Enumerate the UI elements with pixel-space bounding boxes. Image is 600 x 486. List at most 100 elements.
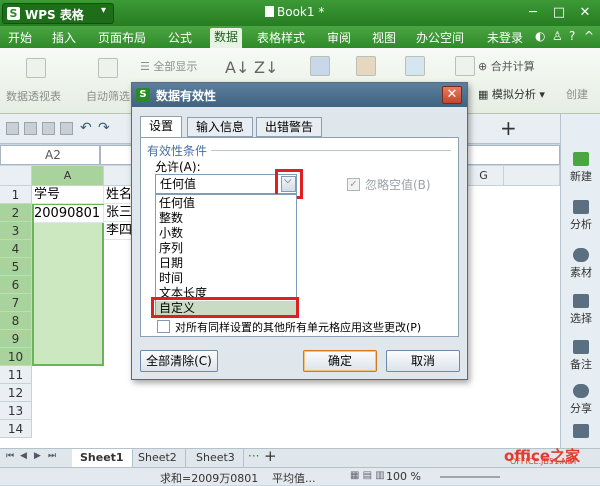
- close-window-button[interactable]: ✕: [572, 3, 598, 23]
- zoom-slider[interactable]: [440, 476, 500, 478]
- option-time[interactable]: 时间: [156, 271, 296, 286]
- settings-icon: [573, 424, 589, 438]
- row-header[interactable]: 14: [0, 420, 32, 438]
- row-header[interactable]: 8: [0, 312, 32, 330]
- first-sheet-icon[interactable]: ⏮: [6, 451, 14, 461]
- row-header[interactable]: 7: [0, 294, 32, 312]
- text-to-columns-icon[interactable]: [405, 56, 425, 76]
- menu-data[interactable]: 数据: [210, 28, 243, 48]
- new-doc-icon[interactable]: [6, 122, 19, 135]
- menu-page-layout[interactable]: 页面布局: [98, 29, 146, 46]
- preview-icon[interactable]: [60, 122, 73, 135]
- row-header[interactable]: 10: [0, 348, 32, 366]
- option-date[interactable]: 日期: [156, 256, 296, 271]
- option-decimal[interactable]: 小数: [156, 226, 296, 241]
- cell-a2[interactable]: 20090801: [34, 205, 104, 223]
- menu-home[interactable]: 开始: [8, 29, 32, 46]
- sheet-tab-2[interactable]: Sheet2: [130, 449, 186, 467]
- minimize-button[interactable]: ─: [520, 3, 546, 23]
- row-header[interactable]: 6: [0, 276, 32, 294]
- create-button[interactable]: 创建: [566, 86, 588, 102]
- panel-analysis[interactable]: 分析: [561, 200, 600, 232]
- row-header[interactable]: 5: [0, 258, 32, 276]
- highlight-duplicates-icon[interactable]: [310, 56, 330, 76]
- menu-insert[interactable]: 插入: [52, 29, 76, 46]
- merge-calc-button[interactable]: ⊕ 合并计算: [478, 58, 535, 74]
- help-icon[interactable]: ?: [569, 29, 575, 43]
- more-sheets-button[interactable]: ···: [248, 449, 259, 463]
- row-header[interactable]: 13: [0, 402, 32, 420]
- cell-a1[interactable]: 学号: [32, 186, 104, 204]
- dialog-title-bar[interactable]: S 数据有效性 ✕: [132, 83, 467, 107]
- panel-select[interactable]: 选择: [561, 294, 600, 326]
- auto-filter-button[interactable]: 自动筛选: [86, 88, 130, 104]
- last-sheet-icon[interactable]: ⏭: [48, 451, 56, 461]
- prev-sheet-icon[interactable]: ◀: [20, 451, 27, 461]
- apply-all-checkbox[interactable]: [157, 320, 170, 333]
- maximize-button[interactable]: □: [546, 3, 572, 23]
- panel-bottom[interactable]: [561, 424, 600, 440]
- selection-range[interactable]: [32, 204, 104, 366]
- new-tab-icon[interactable]: +: [500, 116, 517, 140]
- row-header[interactable]: 4: [0, 240, 32, 258]
- save-icon[interactable]: [24, 122, 37, 135]
- clear-all-button[interactable]: 全部清除(C): [140, 350, 218, 372]
- tab-settings[interactable]: 设置: [140, 116, 183, 138]
- column-header-a[interactable]: A: [32, 166, 104, 186]
- pivot-table-button[interactable]: 数据透视表: [6, 88, 61, 104]
- delete-duplicates-icon[interactable]: [356, 56, 376, 76]
- next-sheet-icon[interactable]: ▶: [34, 451, 41, 461]
- sort-ascending-icon[interactable]: A↓: [225, 58, 249, 77]
- sheet-tab-3[interactable]: Sheet3: [188, 449, 244, 467]
- what-if-analysis-button[interactable]: ▦ 模拟分析 ▾: [478, 86, 545, 102]
- row-header[interactable]: 11: [0, 366, 32, 384]
- row-header[interactable]: 1: [0, 186, 32, 204]
- login-link[interactable]: 未登录: [487, 29, 523, 46]
- ok-button[interactable]: 确定: [303, 350, 377, 372]
- menu-table-style[interactable]: 表格样式: [257, 29, 305, 46]
- panel-new[interactable]: 新建: [561, 152, 600, 184]
- tab-error-alert[interactable]: 出错警告: [256, 117, 323, 137]
- title-bar: S WPS 表格 ▾ Book1 * ─ □ ✕: [0, 0, 600, 26]
- menu-view[interactable]: 视图: [372, 29, 396, 46]
- option-integer[interactable]: 整数: [156, 211, 296, 226]
- sort-descending-icon[interactable]: Z↓: [254, 58, 278, 77]
- app-menu-button[interactable]: S WPS 表格 ▾: [2, 3, 114, 24]
- menu-formulas[interactable]: 公式: [168, 29, 192, 46]
- name-box[interactable]: A2: [0, 145, 100, 165]
- row-header[interactable]: 2: [0, 204, 32, 222]
- cancel-button[interactable]: 取消: [386, 350, 460, 372]
- validation-icon[interactable]: [455, 56, 475, 76]
- add-sheet-button[interactable]: +: [264, 447, 277, 465]
- skin-icon[interactable]: ◐: [535, 29, 545, 43]
- column-header-g[interactable]: G: [464, 166, 504, 186]
- row-header[interactable]: 3: [0, 222, 32, 240]
- panel-share[interactable]: 分享: [561, 384, 600, 416]
- column-header-h[interactable]: [504, 166, 560, 186]
- menu-office-space[interactable]: 办公空间: [416, 29, 464, 46]
- panel-notes[interactable]: 备注: [561, 340, 600, 372]
- menu-review[interactable]: 审阅: [327, 29, 351, 46]
- menu-bar: 开始 插入 页面布局 公式 数据 表格样式 审阅 视图 办公空间 未登录 ◐ ♙…: [0, 26, 600, 48]
- close-icon[interactable]: ✕: [442, 86, 462, 104]
- select-all-corner[interactable]: [0, 166, 32, 186]
- tab-input-message[interactable]: 输入信息: [187, 117, 254, 137]
- shirt-icon[interactable]: ♙: [552, 29, 563, 43]
- option-any-value[interactable]: 任何值: [156, 196, 296, 211]
- option-list[interactable]: 序列: [156, 241, 296, 256]
- row-header[interactable]: 12: [0, 384, 32, 402]
- redo-icon[interactable]: ↷: [98, 120, 110, 136]
- panel-material[interactable]: 素材: [561, 248, 600, 280]
- section-title: 有效性条件: [147, 144, 208, 158]
- print-icon[interactable]: [42, 122, 55, 135]
- pivot-table-icon: [26, 58, 46, 78]
- expand-icon[interactable]: ^: [584, 29, 594, 43]
- sheet-tab-1[interactable]: Sheet1: [72, 449, 133, 467]
- undo-icon[interactable]: ↶: [80, 120, 92, 136]
- view-mode-icons[interactable]: ▦ ▤ ▥: [350, 470, 385, 481]
- panel-select-label: 选择: [570, 312, 592, 325]
- show-all-icon: ☰: [140, 60, 154, 73]
- ignore-blank-checkbox[interactable]: ✓: [347, 178, 360, 191]
- row-header[interactable]: 9: [0, 330, 32, 348]
- show-all-button[interactable]: ☰ 全部显示: [140, 58, 197, 74]
